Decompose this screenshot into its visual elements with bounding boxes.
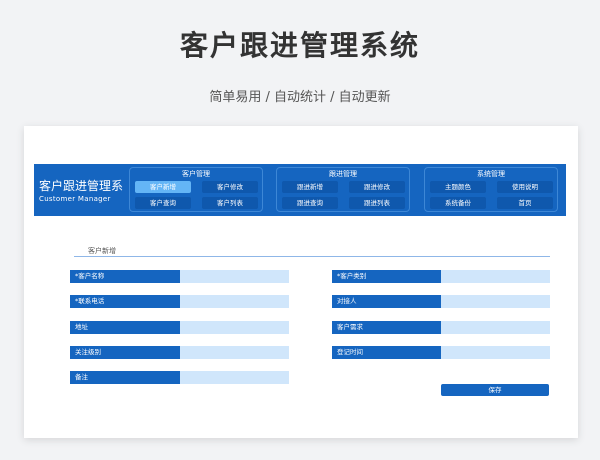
top-banner: 客户跟进管理系 Customer Manager 客户管理 客户新增 客户修改 … — [34, 164, 566, 216]
page-subtitle: 简单易用 / 自动统计 / 自动更新 — [209, 90, 391, 105]
label-register-date: 登记时间 — [332, 346, 442, 359]
contact-input[interactable] — [441, 295, 550, 308]
menu-item-followup-add[interactable]: 跟进新增 — [282, 181, 338, 193]
menu-item-customer-add[interactable]: 客户新增 — [135, 181, 191, 193]
section-title: 客户新增 — [88, 247, 116, 255]
menu-group-system: 系统管理 主题颜色 使用说明 系统备份 首页 — [424, 167, 558, 212]
menu-item-followup-edit[interactable]: 跟进修改 — [349, 181, 405, 193]
note-input[interactable] — [180, 371, 289, 384]
menu-item-help[interactable]: 使用说明 — [497, 181, 553, 193]
label-attention-level: 关注级别 — [70, 346, 180, 359]
menu-group-customer: 客户管理 客户新增 客户修改 客户查询 客户列表 — [129, 167, 263, 212]
menu-item-customer-edit[interactable]: 客户修改 — [202, 181, 258, 193]
save-button[interactable]: 保存 — [441, 384, 549, 396]
label-phone: *联系电话 — [70, 295, 180, 308]
menu-item-home[interactable]: 首页 — [497, 197, 553, 209]
customer-name-input[interactable] — [180, 270, 289, 283]
register-date-input[interactable] — [441, 346, 550, 359]
app-subtitle: Customer Manager — [39, 195, 111, 203]
menu-item-customer-query[interactable]: 客户查询 — [135, 197, 191, 209]
menu-group-title: 跟进管理 — [329, 170, 357, 178]
menu-item-customer-list[interactable]: 客户列表 — [202, 197, 258, 209]
menu-group-title: 系统管理 — [477, 170, 505, 178]
demand-input[interactable] — [441, 321, 550, 334]
label-address: 地址 — [70, 321, 180, 334]
phone-input[interactable] — [180, 295, 289, 308]
menu-item-followup-list[interactable]: 跟进列表 — [349, 197, 405, 209]
menu-item-backup[interactable]: 系统备份 — [430, 197, 486, 209]
address-input[interactable] — [180, 321, 289, 334]
menu-item-followup-query[interactable]: 跟进查询 — [282, 197, 338, 209]
menu-item-theme-color[interactable]: 主题颜色 — [430, 181, 486, 193]
label-demand: 客户需求 — [332, 321, 442, 334]
menu-group-followup: 跟进管理 跟进新增 跟进修改 跟进查询 跟进列表 — [276, 167, 410, 212]
menu-group-title: 客户管理 — [182, 170, 210, 178]
section-divider — [74, 256, 550, 257]
app-title: 客户跟进管理系 — [39, 179, 124, 193]
label-note: 备注 — [70, 371, 180, 384]
page-title: 客户跟进管理系统 — [179, 29, 420, 62]
attention-level-input[interactable] — [180, 346, 289, 359]
label-customer-name: *客户名称 — [70, 270, 180, 283]
label-customer-type: *客户类别 — [332, 270, 442, 283]
app-window: 客户跟进管理系 Customer Manager 客户管理 客户新增 客户修改 … — [24, 126, 578, 438]
customer-type-input[interactable] — [441, 270, 550, 283]
label-contact: 对接人 — [332, 295, 442, 308]
